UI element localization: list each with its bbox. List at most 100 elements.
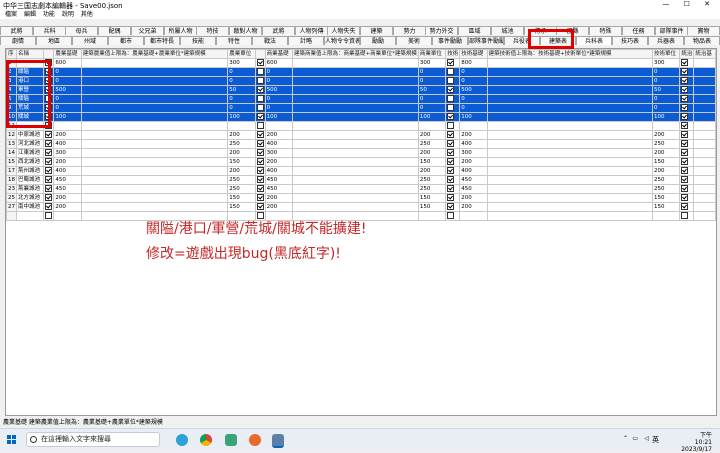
commerce-formula[interactable] [291, 130, 419, 140]
tech-unit[interactable]: 300 [652, 58, 681, 68]
tech-base[interactable]: 200 [459, 193, 488, 203]
checkbox[interactable] [256, 59, 264, 66]
commerce-formula[interactable] [291, 76, 419, 86]
checkbox[interactable] [256, 131, 264, 138]
tab-tabs1-11[interactable]: 建築 [360, 26, 393, 35]
tech-unit[interactable] [652, 121, 681, 131]
commerce-formula[interactable] [291, 166, 419, 176]
tech-formula[interactable] [486, 67, 654, 77]
commerce-base[interactable]: 0 [264, 103, 293, 113]
agriculture-unit[interactable]: 150 [227, 202, 256, 212]
checkbox[interactable] [681, 59, 689, 66]
commerce-check[interactable] [254, 202, 266, 212]
agriculture-base[interactable]: 450 [53, 184, 82, 194]
commerce-check[interactable] [254, 58, 266, 68]
commerce-unit[interactable]: 150 [417, 157, 447, 167]
agriculture-formula[interactable] [80, 166, 229, 176]
new-row-cell[interactable] [693, 211, 716, 221]
commerce-check[interactable] [254, 166, 266, 176]
tab-tabs1-12[interactable]: 勢力 [393, 26, 426, 35]
tab-tabs1-15[interactable]: 城池 [491, 26, 524, 35]
commerce-base[interactable]: 200 [264, 130, 293, 140]
column-header[interactable]: 建築技術值上限為：技術基礎+技術單位*建築規模 [486, 49, 654, 59]
tech-base[interactable]: 300 [459, 148, 488, 158]
commerce-unit[interactable]: 0 [417, 76, 447, 86]
commerce-base[interactable]: 400 [264, 139, 293, 149]
govern-check[interactable] [679, 121, 695, 131]
govern-check[interactable] [679, 58, 695, 68]
tech-check[interactable] [445, 148, 461, 158]
tech-check[interactable] [445, 157, 461, 167]
agriculture-unit[interactable]: 200 [227, 148, 256, 158]
tech-base[interactable]: 200 [459, 202, 488, 212]
agriculture-base[interactable]: 200 [53, 193, 82, 203]
tech-unit[interactable]: 200 [652, 148, 681, 158]
commerce-check[interactable] [254, 121, 266, 131]
agriculture-base[interactable]: 0 [53, 67, 82, 77]
commerce-base[interactable]: 0 [264, 94, 293, 104]
govern-check[interactable] [679, 193, 695, 203]
name-cell[interactable]: 巴蜀城池 [15, 175, 45, 185]
govern-check[interactable] [679, 130, 695, 140]
column-header[interactable]: 農業單位 [227, 49, 256, 59]
checkbox[interactable] [45, 167, 53, 174]
tech-check[interactable] [445, 202, 461, 212]
tech-base[interactable]: 800 [459, 58, 488, 68]
commerce-check[interactable] [254, 94, 266, 104]
checkbox[interactable] [681, 77, 689, 84]
agriculture-unit[interactable]: 150 [227, 157, 256, 167]
tab-tabs2-16[interactable]: 兵科表 [576, 36, 612, 45]
tech-base[interactable]: 0 [459, 67, 488, 77]
checkbox[interactable] [447, 140, 455, 147]
tech-unit[interactable]: 100 [652, 112, 681, 122]
checkbox[interactable] [447, 149, 455, 156]
column-header[interactable]: 技術單位 [652, 49, 681, 59]
tech-check[interactable] [445, 130, 461, 140]
tech-check[interactable] [445, 76, 461, 86]
checkbox[interactable] [681, 194, 689, 201]
agriculture-base[interactable]: 0 [53, 76, 82, 86]
commerce-base[interactable]: 200 [264, 193, 293, 203]
enabled-check[interactable] [43, 166, 55, 176]
table-row[interactable]: 1 600 300 600 300 800 300 [6, 58, 716, 68]
tech-formula[interactable] [486, 175, 654, 185]
checkbox[interactable] [681, 86, 689, 93]
tab-tabs2-17[interactable]: 技巧表 [612, 36, 648, 45]
checkbox[interactable] [681, 149, 689, 156]
checkbox[interactable] [447, 95, 455, 102]
checkbox[interactable] [447, 131, 455, 138]
column-header[interactable] [43, 49, 55, 59]
tech-unit[interactable]: 0 [652, 94, 681, 104]
agriculture-formula[interactable] [80, 103, 229, 113]
commerce-unit[interactable]: 250 [417, 184, 447, 194]
commerce-unit[interactable]: 200 [417, 130, 447, 140]
table-row[interactable]: 12 中原城池 200 200 200 200 200 200 [6, 130, 716, 140]
row-number[interactable]: 17 [6, 166, 17, 176]
govern-check[interactable] [679, 184, 695, 194]
agriculture-base[interactable]: 200 [53, 202, 82, 212]
row-number[interactable]: 12 [6, 130, 17, 140]
tech-check[interactable] [445, 193, 461, 203]
agriculture-unit[interactable]: 150 [227, 193, 256, 203]
tech-check[interactable] [445, 85, 461, 95]
checkbox[interactable] [447, 104, 455, 111]
edge-icon[interactable] [176, 434, 188, 446]
checkbox[interactable] [447, 86, 455, 93]
commerce-formula[interactable] [291, 184, 419, 194]
tech-formula[interactable] [486, 148, 654, 158]
checkbox[interactable] [447, 59, 455, 66]
table-row[interactable]: 15 西北城池 200 150 200 150 200 150 [6, 157, 716, 167]
checkbox[interactable] [256, 140, 264, 147]
commerce-unit[interactable]: 300 [417, 58, 447, 68]
row-number[interactable]: 23 [6, 184, 17, 194]
commerce-unit[interactable]: 0 [417, 103, 447, 113]
checkbox[interactable] [256, 113, 264, 120]
column-header[interactable]: 商業單位 [417, 49, 447, 59]
tech-base[interactable]: 100 [459, 112, 488, 122]
table-row[interactable]: 10 關城 100 100 100 100 100 100 [6, 112, 716, 122]
checkbox[interactable] [45, 149, 53, 156]
enabled-check[interactable] [43, 139, 55, 149]
agriculture-base[interactable]: 450 [53, 175, 82, 185]
agriculture-formula[interactable] [80, 175, 229, 185]
row-number[interactable]: 25 [6, 193, 17, 203]
